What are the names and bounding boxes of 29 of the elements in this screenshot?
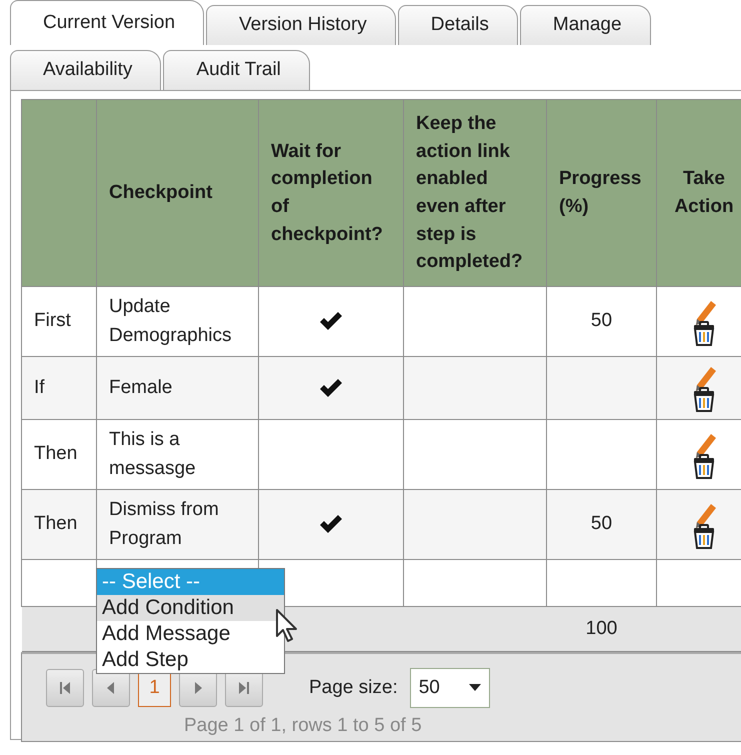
tab[interactable]: Manage [520, 5, 651, 45]
table-cell: Dismiss from Program [96, 490, 258, 560]
column-header: Keep the action link enabled even after step is completed? [404, 100, 546, 286]
page-info: Page 1 of 1, rows 1 to 5 of 5 [184, 714, 423, 738]
tab[interactable]: Availability [10, 50, 162, 90]
column-header: Progress (%) [546, 100, 656, 286]
checkmark-icon [319, 514, 343, 534]
checkmark-icon [319, 378, 343, 398]
page-size-label: Page size: [309, 676, 398, 700]
tab[interactable]: Audit Trail [163, 50, 310, 90]
column-header: Wait for completion of checkpoint? [258, 100, 404, 286]
dropdown-list[interactable]: -- Select -- Add Condition Add Message Add Step [96, 568, 285, 674]
caret-icon [468, 684, 481, 692]
dropdown-option[interactable]: Add Condition [97, 595, 284, 621]
first-page-icon [57, 680, 73, 696]
table-cell: Then [22, 490, 96, 560]
table-cell: 100 [546, 606, 656, 652]
table-cell: Female [96, 356, 258, 420]
tab[interactable]: Details [398, 5, 518, 45]
tab[interactable]: Current Version [10, 0, 204, 45]
tab[interactable]: Version History [206, 5, 396, 45]
first-page-button[interactable] [46, 669, 84, 707]
table-cell: 50 [546, 490, 656, 560]
column-header: Checkpoint [96, 100, 258, 286]
page-size-select[interactable]: 50 [410, 668, 490, 708]
table-cell: If [22, 356, 96, 420]
checkmark-icon [319, 311, 343, 332]
last-page-icon [236, 680, 252, 696]
column-header: Take Action [656, 100, 741, 286]
